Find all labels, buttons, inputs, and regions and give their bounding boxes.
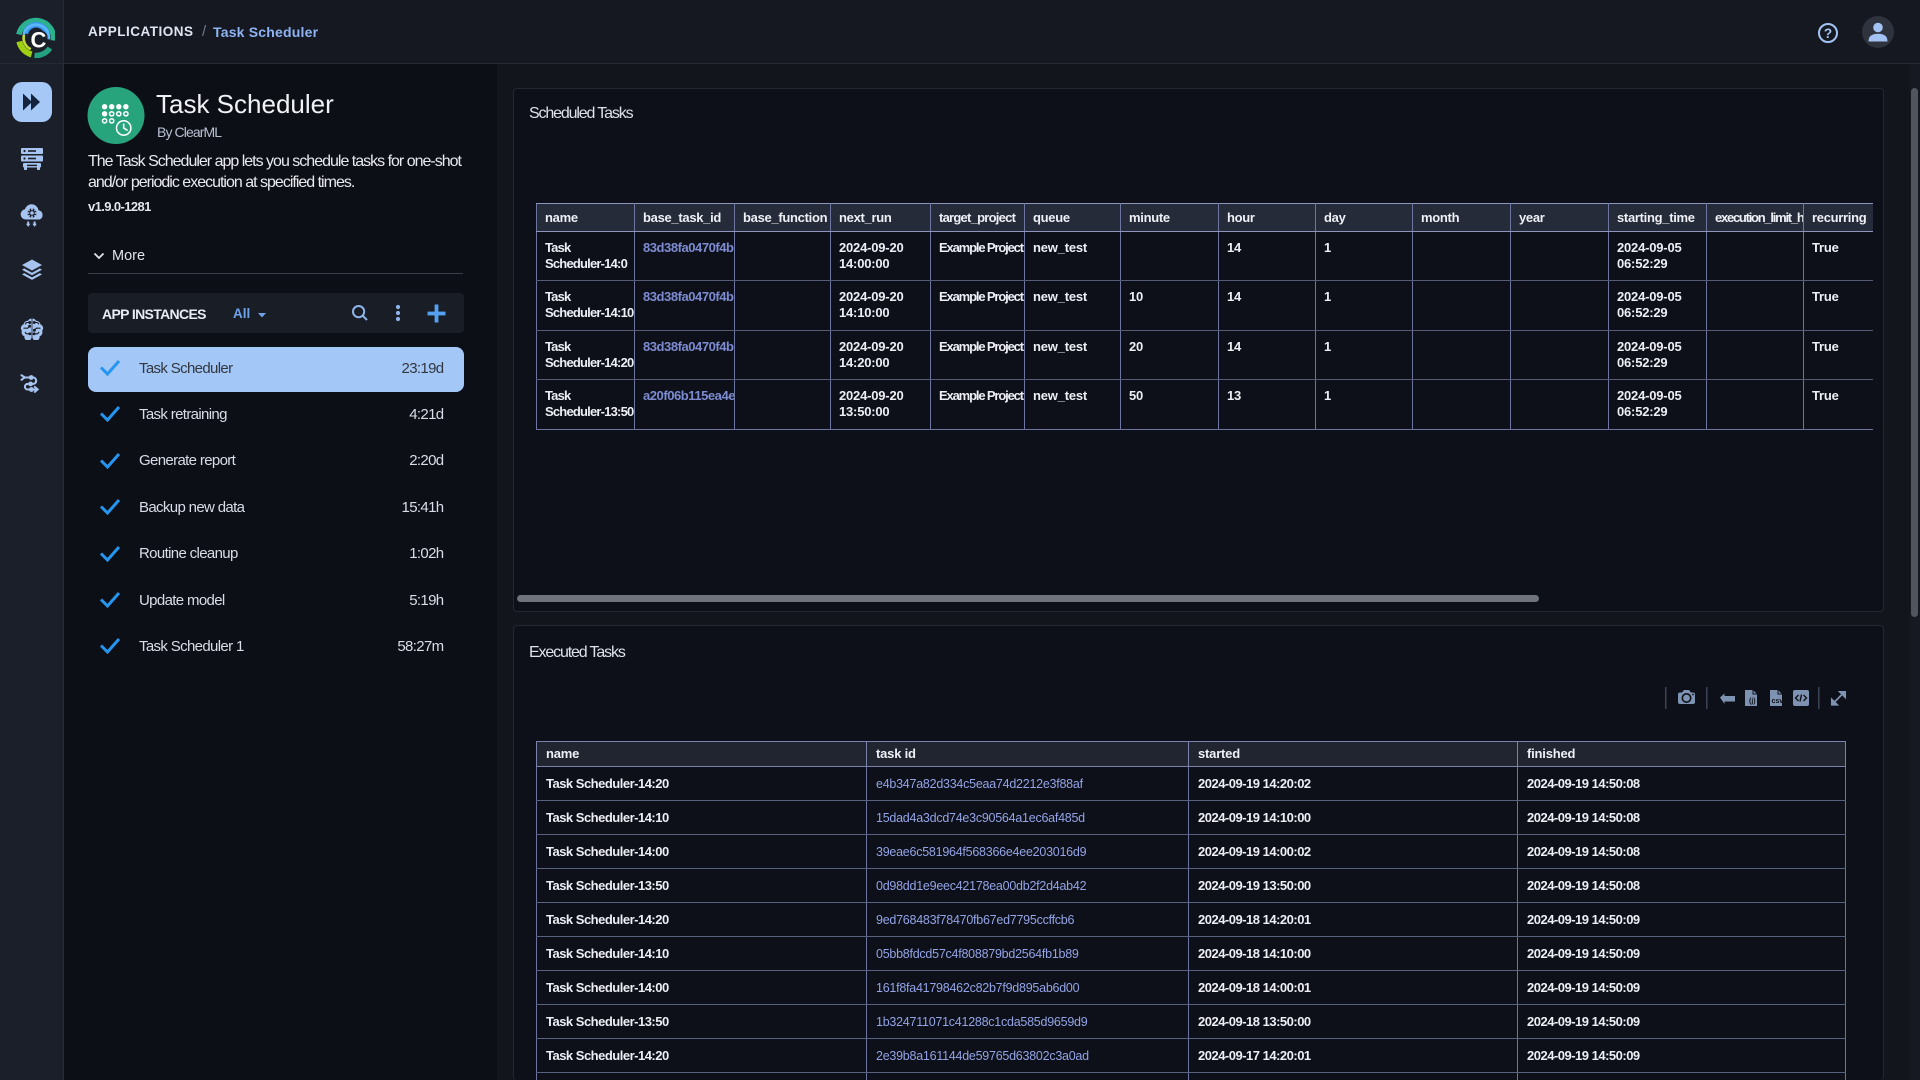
svg-text:C: C — [31, 28, 47, 53]
svg-text:?: ? — [1824, 26, 1832, 41]
svg-text:(j): (j) — [1749, 698, 1756, 705]
svg-text:csv: csv — [1772, 698, 1784, 705]
